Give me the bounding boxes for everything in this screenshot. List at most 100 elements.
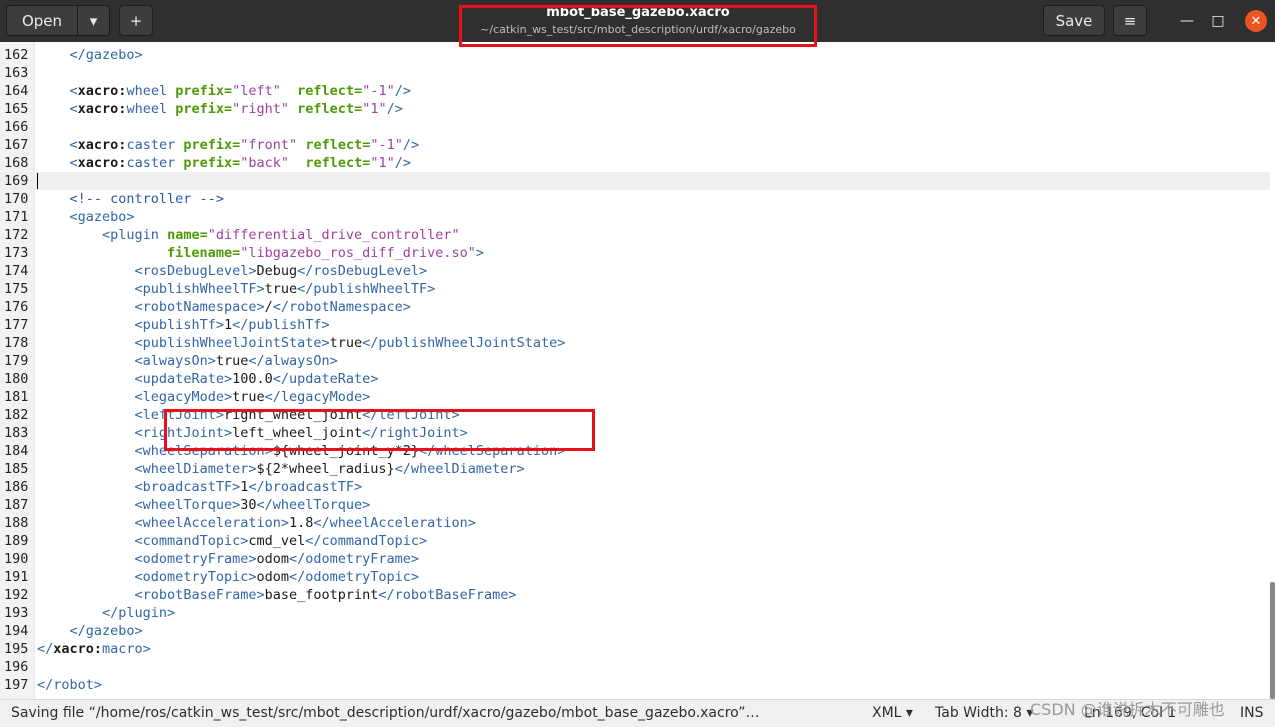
code-line[interactable]: 166 — [0, 118, 1270, 136]
code-text: <alwaysOn>true</alwaysOn> — [134, 353, 338, 369]
code-line[interactable]: 188 <wheelAcceleration>1.8</wheelAcceler… — [0, 514, 1270, 532]
code-text: <xacro:caster prefix="front" reflect="-1… — [69, 137, 420, 153]
code-text: <broadcastTF>1</broadcastTF> — [134, 479, 363, 495]
hamburger-menu-button[interactable]: ≡ — [1113, 5, 1147, 36]
code-line[interactable]: 195 </xacro:macro> — [0, 640, 1270, 658]
code-line[interactable]: 185 <wheelDiameter>${2*wheel_radius}</wh… — [0, 460, 1270, 478]
line-number: 188 — [4, 515, 29, 531]
code-line[interactable]: 184 <wheelSeparation>${wheel_joint_y*2}<… — [0, 442, 1270, 460]
code-line[interactable]: 186 <broadcastTF>1</broadcastTF> — [0, 478, 1270, 496]
code-lines[interactable]: 161 <material>Gazebo/Blue</material>162 … — [0, 42, 1270, 694]
code-text: </gazebo> — [69, 47, 143, 63]
code-line[interactable]: 193 </plugin> — [0, 604, 1270, 622]
line-number: 194 — [4, 623, 29, 639]
window-title: mbot_base_gazebo.xacro — [546, 5, 730, 20]
code-text: </plugin> — [102, 605, 176, 621]
line-number: 175 — [4, 281, 29, 297]
code-text: <publishWheelTF>true</publishWheelTF> — [134, 281, 436, 297]
minimize-button[interactable]: — — [1176, 10, 1198, 32]
code-line[interactable]: 183 <rightJoint>left_wheel_joint</rightJ… — [0, 424, 1270, 442]
line-number: 168 — [4, 155, 29, 171]
line-number: 166 — [4, 119, 29, 135]
code-line[interactable]: 177 <publishTf>1</publishTf> — [0, 316, 1270, 334]
header-bar: Open ▾ + mbot_base_gazebo.xacro ~/catkin… — [0, 0, 1275, 42]
save-button[interactable]: Save — [1043, 5, 1105, 36]
code-text: <gazebo> — [69, 209, 135, 225]
code-line[interactable]: 196 — [0, 658, 1270, 676]
code-line[interactable]: 197 </robot> — [0, 676, 1270, 694]
line-number: 190 — [4, 551, 29, 567]
text-editor[interactable]: 161 <material>Gazebo/Blue</material>162 … — [0, 42, 1275, 699]
code-line[interactable]: 192 <robotBaseFrame>base_footprint</robo… — [0, 586, 1270, 604]
line-number: 182 — [4, 407, 29, 423]
line-number: 177 — [4, 317, 29, 333]
code-text: </gazebo> — [69, 623, 143, 639]
code-text: <rosDebugLevel>Debug</rosDebugLevel> — [134, 263, 428, 279]
line-number: 196 — [4, 659, 29, 675]
code-text: <publishWheelJointState>true</publishWhe… — [134, 335, 566, 351]
code-text: <commandTopic>cmd_vel</commandTopic> — [134, 533, 428, 549]
code-text: filename="libgazebo_ros_diff_drive.so"> — [167, 245, 485, 261]
line-number: 170 — [4, 191, 29, 207]
code-line[interactable]: 162 </gazebo> — [0, 46, 1270, 64]
maximize-button[interactable]: □ — [1207, 10, 1229, 32]
code-line[interactable]: 194 </gazebo> — [0, 622, 1270, 640]
new-document-icon: + — [129, 11, 143, 30]
window-subtitle: ~/catkin_ws_test/src/mbot_description/ur… — [480, 23, 796, 36]
code-line[interactable]: 165 <xacro:wheel prefix="right" reflect=… — [0, 100, 1270, 118]
code-text: <publishTf>1</publishTf> — [134, 317, 330, 333]
code-text: <updateRate>100.0</updateRate> — [134, 371, 379, 387]
open-menu-button[interactable]: ▾ — [77, 5, 110, 36]
code-line[interactable]: 181 <legacyMode>true</legacyMode> — [0, 388, 1270, 406]
code-line[interactable]: 173 filename="libgazebo_ros_diff_drive.s… — [0, 244, 1270, 262]
code-line[interactable]: 174 <rosDebugLevel>Debug</rosDebugLevel> — [0, 262, 1270, 280]
line-number: 171 — [4, 209, 29, 225]
line-number: 164 — [4, 83, 29, 99]
vertical-scrollbar[interactable] — [1270, 582, 1275, 699]
code-line[interactable]: 175 <publishWheelTF>true</publishWheelTF… — [0, 280, 1270, 298]
line-number: 179 — [4, 353, 29, 369]
code-line[interactable]: 180 <updateRate>100.0</updateRate> — [0, 370, 1270, 388]
line-number: 189 — [4, 533, 29, 549]
code-line[interactable]: 170 <!-- controller --> — [0, 190, 1270, 208]
line-number: 163 — [4, 65, 29, 81]
code-text: <robotBaseFrame>base_footprint</robotBas… — [134, 587, 517, 603]
tab-width-selector[interactable]: Tab Width: 8 ▾ — [935, 705, 1033, 721]
code-line[interactable]: 187 <wheelTorque>30</wheelTorque> — [0, 496, 1270, 514]
code-text: <wheelDiameter>${2*wheel_radius}</wheelD… — [134, 461, 525, 477]
status-message: Saving file “/home/ros/catkin_ws_test/sr… — [11, 705, 760, 721]
line-number: 187 — [4, 497, 29, 513]
line-number: 167 — [4, 137, 29, 153]
code-line[interactable]: 163 — [0, 64, 1270, 82]
code-text: <wheelTorque>30</wheelTorque> — [134, 497, 371, 513]
line-number: 185 — [4, 461, 29, 477]
code-line[interactable]: 179 <alwaysOn>true</alwaysOn> — [0, 352, 1270, 370]
code-line[interactable]: 189 <commandTopic>cmd_vel</commandTopic> — [0, 532, 1270, 550]
line-number: 197 — [4, 677, 29, 693]
code-line[interactable]: 172 <plugin name="differential_drive_con… — [0, 226, 1270, 244]
line-number: 181 — [4, 389, 29, 405]
code-line[interactable]: 190 <odometryFrame>odom</odometryFrame> — [0, 550, 1270, 568]
code-line[interactable]: 171 <gazebo> — [0, 208, 1270, 226]
language-selector[interactable]: XML ▾ — [872, 705, 913, 721]
line-number: 172 — [4, 227, 29, 243]
new-tab-button[interactable]: + — [119, 5, 153, 36]
open-button[interactable]: Open — [6, 5, 78, 36]
code-line[interactable]: 164 <xacro:wheel prefix="left" reflect="… — [0, 82, 1270, 100]
close-button[interactable]: ✕ — [1245, 10, 1267, 32]
code-line[interactable]: 178 <publishWheelJointState>true</publis… — [0, 334, 1270, 352]
window-title-area: mbot_base_gazebo.xacro ~/catkin_ws_test/… — [460, 4, 816, 38]
line-number: 169 — [4, 173, 29, 189]
code-line[interactable]: 169 — [0, 172, 1270, 190]
code-line[interactable]: 182 <leftJoint>right_wheel_joint</leftJo… — [0, 406, 1270, 424]
hamburger-icon: ≡ — [1123, 11, 1137, 30]
code-text: </robot> — [37, 677, 103, 693]
code-line[interactable]: 176 <robotNamespace>/</robotNamespace> — [0, 298, 1270, 316]
code-line[interactable]: 167 <xacro:caster prefix="front" reflect… — [0, 136, 1270, 154]
code-line[interactable]: 191 <odometryTopic>odom</odometryTopic> — [0, 568, 1270, 586]
line-number: 173 — [4, 245, 29, 261]
code-text: <robotNamespace>/</robotNamespace> — [134, 299, 411, 315]
code-line[interactable]: 168 <xacro:caster prefix="back" reflect=… — [0, 154, 1270, 172]
code-text: <rightJoint>left_wheel_joint</rightJoint… — [134, 425, 468, 441]
line-number: 180 — [4, 371, 29, 387]
